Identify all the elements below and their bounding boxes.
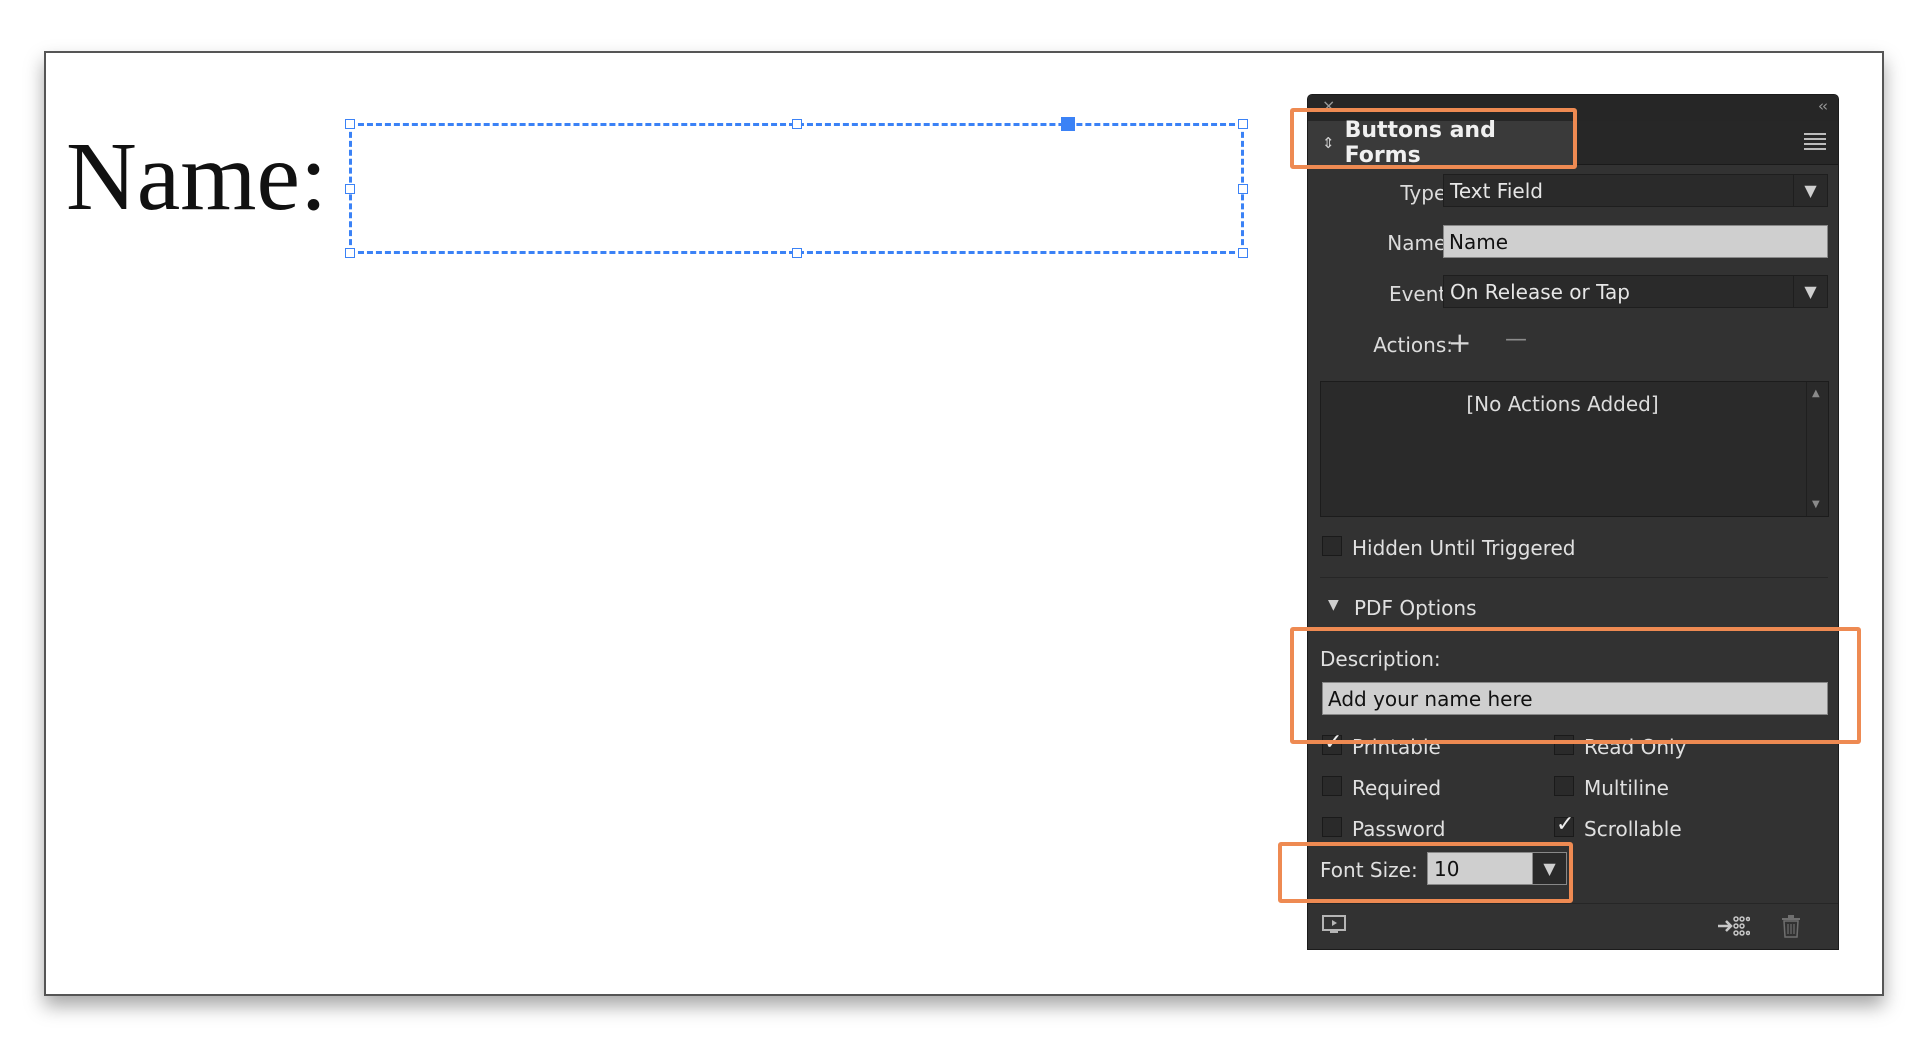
- highlight-panel-title: [1290, 108, 1577, 169]
- text-field-frame[interactable]: [345, 117, 1248, 258]
- actions-scrollbar[interactable]: ▲ ▼: [1806, 382, 1828, 516]
- actions-empty-text: [No Actions Added]: [1466, 392, 1659, 416]
- highlight-font-size: [1278, 842, 1573, 903]
- multiline-label: Multiline: [1584, 776, 1669, 800]
- name-label: Name:: [66, 123, 328, 231]
- scrollable-checkbox[interactable]: ✓: [1554, 812, 1574, 837]
- hidden-until-triggered-checkbox[interactable]: [1322, 536, 1342, 556]
- name-field-label: Name:: [1387, 231, 1453, 255]
- convert-to-button-icon[interactable]: [1716, 914, 1751, 938]
- dropdown-arrow-icon: ▼: [1793, 276, 1827, 307]
- type-label: Type:: [1400, 181, 1453, 205]
- resize-handle-top-left[interactable]: [345, 119, 355, 129]
- resize-handle-bottom-left[interactable]: [345, 248, 355, 258]
- trash-icon[interactable]: [1780, 914, 1802, 938]
- password-label: Password: [1352, 817, 1446, 841]
- scrollable-label: Scrollable: [1584, 817, 1682, 841]
- divider: [1320, 577, 1828, 578]
- password-checkbox[interactable]: [1322, 817, 1342, 837]
- panel-bottom-bar: [1308, 903, 1838, 949]
- anchor-marker[interactable]: [1061, 117, 1075, 131]
- resize-handle-top-center[interactable]: [792, 119, 802, 129]
- pdf-options-title: PDF Options: [1354, 596, 1477, 620]
- remove-action-button[interactable]: —: [1505, 329, 1527, 351]
- dropdown-arrow-icon: ▼: [1793, 175, 1827, 206]
- actions-list[interactable]: [No Actions Added] ▲ ▼: [1320, 381, 1829, 517]
- add-action-button[interactable]: +: [1448, 329, 1471, 357]
- scroll-down-icon[interactable]: ▼: [1812, 499, 1820, 510]
- scroll-up-icon[interactable]: ▲: [1812, 388, 1820, 399]
- collapse-icon[interactable]: ‹‹: [1818, 97, 1828, 115]
- checkmark-icon: ✓: [1556, 812, 1575, 837]
- type-dropdown[interactable]: Text Field ▼: [1443, 174, 1828, 207]
- event-value: On Release or Tap: [1450, 279, 1630, 304]
- disclosure-triangle-icon[interactable]: ▼: [1328, 597, 1339, 613]
- actions-label: Actions:: [1373, 333, 1453, 357]
- required-label: Required: [1352, 776, 1442, 800]
- resize-handle-middle-left[interactable]: [345, 184, 355, 194]
- resize-handle-bottom-center[interactable]: [792, 248, 802, 258]
- event-dropdown[interactable]: On Release or Tap ▼: [1443, 275, 1828, 308]
- resize-handle-middle-right[interactable]: [1238, 184, 1248, 194]
- required-checkbox[interactable]: [1322, 776, 1342, 796]
- name-input[interactable]: Name: [1443, 225, 1828, 258]
- panel-menu-icon[interactable]: [1804, 130, 1826, 152]
- hidden-until-triggered-label: Hidden Until Triggered: [1352, 536, 1576, 560]
- multiline-checkbox[interactable]: [1554, 776, 1574, 796]
- type-value: Text Field: [1450, 178, 1543, 203]
- preview-icon[interactable]: [1322, 915, 1346, 935]
- highlight-description: [1290, 627, 1861, 744]
- resize-handle-top-right[interactable]: [1238, 119, 1248, 129]
- resize-handle-bottom-right[interactable]: [1238, 248, 1248, 258]
- event-label: Event:: [1388, 282, 1453, 306]
- buttons-and-forms-panel: × ‹‹ ⇕ Buttons and Forms Type: Text Fiel…: [1307, 94, 1839, 950]
